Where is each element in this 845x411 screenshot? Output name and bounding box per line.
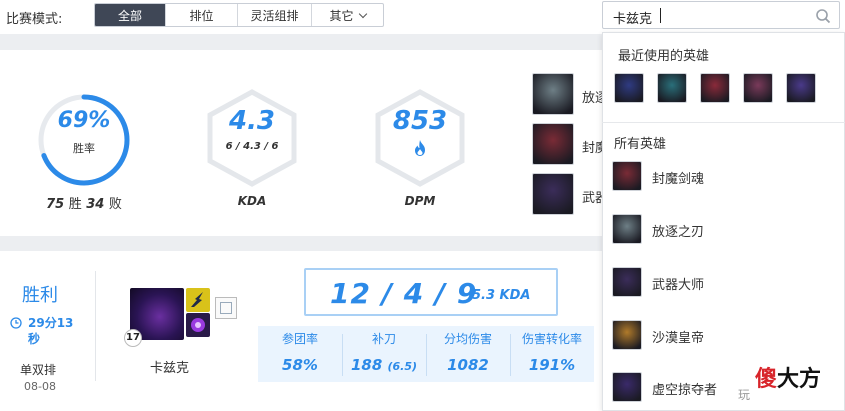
chevron-down-icon [358, 9, 367, 18]
dpm-label: DPM [404, 194, 436, 208]
stat-value-extra: (6.5) [387, 360, 418, 373]
recent-hero-icon-1[interactable] [614, 73, 644, 103]
match-result: 胜利 [22, 285, 58, 306]
hero-option-2[interactable]: 放逐之刃 [652, 221, 704, 240]
watermark-brand-a: 傻 [755, 367, 778, 392]
match-duration: 29分13秒 [28, 316, 74, 346]
hero-option-4[interactable]: 沙漠皇帝 [652, 327, 704, 346]
winrate-value: 69% [57, 108, 111, 133]
search-input-value: 卡兹克 [613, 12, 653, 27]
stat-damage-per-min: 分均伤害 1082 [426, 330, 510, 374]
wins-count: 75 [46, 197, 65, 212]
search-icon[interactable] [815, 8, 831, 24]
stat-value: 58% [282, 356, 318, 374]
kda-value: 4.3 [228, 106, 276, 136]
stat-value: 1082 [447, 356, 489, 374]
match-mode-label: 比赛模式: [6, 12, 63, 27]
match-kda: 5.3 KDA [472, 288, 531, 303]
all-heroes-title: 所有英雄 [614, 137, 667, 152]
kda-detail: 6 / 4.3 / 6 [225, 141, 279, 152]
recent-champion-name-1: 放逐 [582, 91, 602, 106]
smite-spell-icon[interactable] [186, 313, 210, 337]
stat-value: 188 [350, 356, 383, 374]
stat-label: 分均伤害 [443, 332, 492, 346]
stat-participation: 参团率 58% [258, 330, 342, 374]
text-caret [660, 8, 661, 23]
hero-option-icon-3[interactable] [612, 267, 642, 297]
mode-option-other-label: 其它 [329, 8, 354, 23]
divider [95, 271, 96, 381]
hero-option-icon-5[interactable] [612, 372, 642, 402]
mode-option-all[interactable]: 全部 [95, 4, 165, 26]
hero-option-1[interactable]: 封魔剑魂 [652, 168, 704, 187]
hero-option-5[interactable]: 虚空掠夺者 [652, 379, 717, 398]
match-date: 08-08 [24, 380, 56, 393]
hero-option-icon-2[interactable] [612, 214, 642, 244]
flash-spell-icon[interactable] [186, 288, 210, 312]
stat-cs: 补刀 188 (6.5) [342, 330, 426, 374]
champion-search-input[interactable]: 卡兹克 [602, 1, 840, 29]
stat-label: 参团率 [281, 332, 318, 346]
watermark-brand-b: 大方 [777, 367, 822, 392]
kda-hexagon [207, 89, 297, 187]
losses-label: 败 [108, 197, 122, 212]
recent-heroes-title: 最近使用的英雄 [618, 49, 710, 64]
champion-level-badge: 17 [124, 329, 142, 347]
hero-option-icon-1[interactable] [612, 161, 642, 191]
stat-value: 191% [528, 356, 576, 374]
dropdown-divider [602, 122, 845, 123]
fire-icon [415, 140, 425, 156]
dpm-hexagon [375, 89, 465, 187]
watermark-small: 玩 [738, 388, 751, 402]
mode-option-other[interactable]: 其它 [311, 4, 383, 26]
losses-count: 34 [86, 197, 105, 212]
match-mode-segmented-control: 全部 排位 灵活组排 其它 [94, 3, 384, 27]
wins-label: 胜 [68, 197, 82, 212]
recent-hero-icon-4[interactable] [743, 73, 773, 103]
recent-champion-portrait-1[interactable] [532, 73, 574, 115]
queue-type: 单双排 [20, 363, 57, 377]
mode-option-ranked[interactable]: 排位 [165, 4, 237, 26]
stat-label: 补刀 [371, 332, 396, 346]
winrate-label: 胜率 [73, 142, 95, 155]
dpm-value: 853 [392, 106, 448, 136]
champion-name: 卡兹克 [150, 361, 190, 376]
win-loss-record: 75 胜 34 败 [36, 193, 132, 212]
recent-hero-icon-3[interactable] [700, 73, 730, 103]
recent-champion-portrait-2[interactable] [532, 123, 574, 165]
stat-label: 伤害转化率 [521, 332, 582, 346]
item-image-placeholder [215, 297, 237, 319]
stat-damage-conversion: 伤害转化率 191% [510, 330, 594, 374]
recent-hero-icon-2[interactable] [657, 73, 687, 103]
recent-champion-name-2: 封魔 [582, 141, 602, 156]
kda-score: 12 / 4 / 9 [330, 277, 478, 310]
recent-hero-icon-5[interactable] [786, 73, 816, 103]
recent-champion-portrait-3[interactable] [532, 173, 574, 215]
mode-option-flex[interactable]: 灵活组排 [237, 4, 311, 26]
recent-champion-name-3: 武器 [582, 191, 602, 206]
kda-label: KDA [237, 194, 267, 208]
clock-icon [10, 317, 22, 329]
watermark-brand: 傻大方 [755, 361, 821, 393]
stat-value-row: 188 (6.5) [342, 356, 426, 374]
hero-option-3[interactable]: 武器大师 [652, 274, 704, 293]
hero-option-icon-4[interactable] [612, 320, 642, 350]
